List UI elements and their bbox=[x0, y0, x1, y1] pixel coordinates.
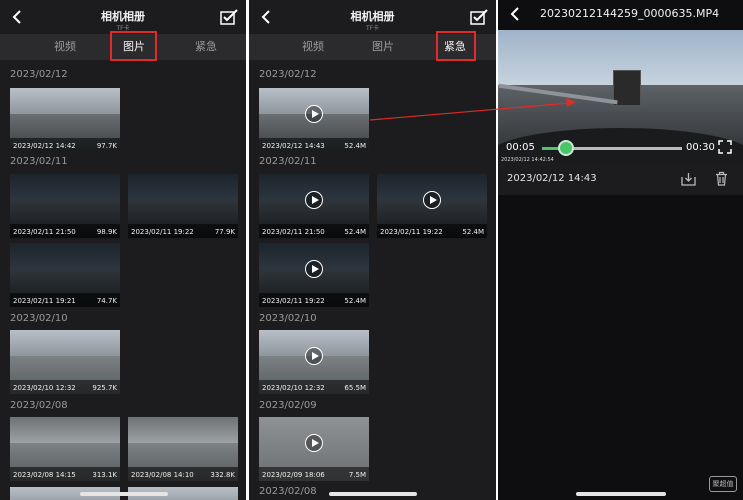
tab-photos[interactable]: 图片 bbox=[353, 34, 413, 60]
highlight-box bbox=[110, 31, 157, 61]
header: 相机相册 TF卡 bbox=[249, 0, 496, 34]
video-date: 2023/02/12 14:43 bbox=[507, 173, 597, 184]
play-icon[interactable] bbox=[305, 347, 323, 365]
photo-thumbnail[interactable]: 2023/02/08 14:10 332.8K bbox=[128, 417, 238, 481]
video-filename: 20230212144259_0000635.MP4 bbox=[540, 7, 720, 20]
thumb-size: 98.9K bbox=[96, 228, 117, 236]
thumb-size: 52.4M bbox=[344, 297, 366, 305]
thumb-time: 2023/02/11 19:21 bbox=[13, 297, 76, 305]
video-frame[interactable]: 00:05 00:30 2023/02/12 14:42:54 bbox=[498, 30, 743, 163]
photo-thumbnail[interactable]: 2023/02/10 12:32 925.7K bbox=[10, 330, 120, 394]
header: 相机相册 TF卡 bbox=[0, 0, 246, 34]
date-header: 2023/02/12 bbox=[10, 69, 68, 80]
home-indicator bbox=[80, 492, 168, 496]
play-icon[interactable] bbox=[305, 105, 323, 123]
current-time: 00:05 bbox=[506, 142, 535, 153]
thumb-time: 2023/02/11 19:22 bbox=[262, 297, 325, 305]
home-indicator bbox=[329, 492, 417, 496]
thumb-time: 2023/02/10 12:32 bbox=[262, 384, 325, 392]
thumb-size: 925.7K bbox=[92, 384, 117, 392]
thumb-size: 74.7K bbox=[96, 297, 117, 305]
back-arrow-icon[interactable] bbox=[508, 6, 524, 22]
thumb-time: 2023/02/11 21:50 bbox=[13, 228, 76, 236]
tab-video[interactable]: 视频 bbox=[35, 34, 95, 60]
thumb-time: 2023/02/09 18:06 bbox=[262, 471, 325, 479]
watermark-logo: 聚超值 bbox=[709, 476, 737, 492]
album-panel-photos: 相机相册 TF卡 视频 图片 紧急 2023/02/12 2023/02/12 … bbox=[0, 0, 246, 500]
photo-thumbnail[interactable]: 2023/02/12 14:42 97.7K bbox=[10, 88, 120, 152]
thumb-time: 2023/02/08 14:15 bbox=[13, 471, 76, 479]
date-header: 2023/02/09 bbox=[259, 400, 317, 411]
select-checkbox-icon[interactable] bbox=[220, 9, 238, 25]
video-thumbnail[interactable]: 2023/02/09 18:06 7.5M bbox=[259, 417, 369, 481]
thumb-size: 7.5M bbox=[348, 471, 366, 479]
tab-emergency[interactable]: 紧急 bbox=[176, 34, 236, 60]
tab-video[interactable]: 视频 bbox=[283, 34, 343, 60]
video-thumbnail[interactable]: 2023/02/11 19:22 52.4M bbox=[377, 174, 487, 238]
video-thumbnail[interactable]: 2023/02/11 21:50 52.4M bbox=[259, 174, 369, 238]
video-player-panel: 20230212144259_0000635.MP4 00:05 00:30 2… bbox=[498, 0, 743, 500]
play-icon[interactable] bbox=[423, 191, 441, 209]
thumb-size: 65.5M bbox=[344, 384, 366, 392]
thumb-size: 52.4M bbox=[344, 228, 366, 236]
thumb-size: 313.1K bbox=[92, 471, 117, 479]
date-header: 2023/02/12 bbox=[259, 69, 317, 80]
album-panel-emergency: 相机相册 TF卡 视频 图片 紧急 2023/02/12 2023/02/12 … bbox=[249, 0, 496, 500]
play-icon[interactable] bbox=[305, 260, 323, 278]
date-header: 2023/02/10 bbox=[10, 313, 68, 324]
date-header: 2023/02/10 bbox=[259, 313, 317, 324]
thumb-size: 97.7K bbox=[96, 142, 117, 150]
thumb-time: 2023/02/11 19:22 bbox=[131, 228, 194, 236]
page-title: 相机相册 bbox=[350, 10, 395, 23]
home-indicator bbox=[576, 492, 666, 496]
thumb-size: 332.8K bbox=[210, 471, 235, 479]
thumb-time: 2023/02/12 14:43 bbox=[262, 142, 325, 150]
thumb-time: 2023/02/12 14:42 bbox=[13, 142, 76, 150]
date-header: 2023/02/08 bbox=[10, 400, 68, 411]
date-header: 2023/02/11 bbox=[10, 156, 68, 167]
thumb-size: 52.4M bbox=[344, 142, 366, 150]
photo-thumbnail[interactable]: 2023/02/11 19:21 74.7K bbox=[10, 243, 120, 307]
thumb-time: 2023/02/08 14:10 bbox=[131, 471, 194, 479]
thumb-time: 2023/02/10 12:32 bbox=[13, 384, 76, 392]
progress-knob[interactable] bbox=[557, 140, 574, 156]
video-thumbnail[interactable]: 2023/02/12 14:43 52.4M bbox=[259, 88, 369, 152]
tab-bar: 视频 图片 紧急 bbox=[249, 31, 496, 61]
download-icon[interactable] bbox=[681, 171, 696, 186]
total-time: 00:30 bbox=[686, 142, 715, 153]
date-header: 2023/02/08 bbox=[259, 486, 317, 497]
highlight-box bbox=[436, 31, 476, 61]
select-checkbox-icon[interactable] bbox=[470, 9, 488, 25]
play-icon[interactable] bbox=[305, 191, 323, 209]
thumb-time: 2023/02/11 19:22 bbox=[380, 228, 443, 236]
tab-bar: 视频 图片 紧急 bbox=[0, 31, 246, 61]
page-title: 相机相册 bbox=[101, 10, 145, 23]
thumb-time: 2023/02/11 21:50 bbox=[262, 228, 325, 236]
trash-icon[interactable] bbox=[714, 171, 729, 186]
thumb-size: 52.4M bbox=[462, 228, 484, 236]
photo-thumbnail[interactable]: 2023/02/08 14:15 313.1K bbox=[10, 417, 120, 481]
date-header: 2023/02/11 bbox=[259, 156, 317, 167]
thumb-size: 77.9K bbox=[214, 228, 235, 236]
fullscreen-icon[interactable] bbox=[718, 140, 732, 154]
video-thumbnail[interactable]: 2023/02/10 12:32 65.5M bbox=[259, 330, 369, 394]
photo-thumbnail[interactable]: 2023/02/11 21:50 98.9K bbox=[10, 174, 120, 238]
play-icon[interactable] bbox=[305, 434, 323, 452]
video-thumbnail[interactable]: 2023/02/11 19:22 52.4M bbox=[259, 243, 369, 307]
photo-thumbnail[interactable]: 2023/02/11 19:22 77.9K bbox=[128, 174, 238, 238]
info-bar: 2023/02/12 14:43 bbox=[498, 163, 743, 195]
